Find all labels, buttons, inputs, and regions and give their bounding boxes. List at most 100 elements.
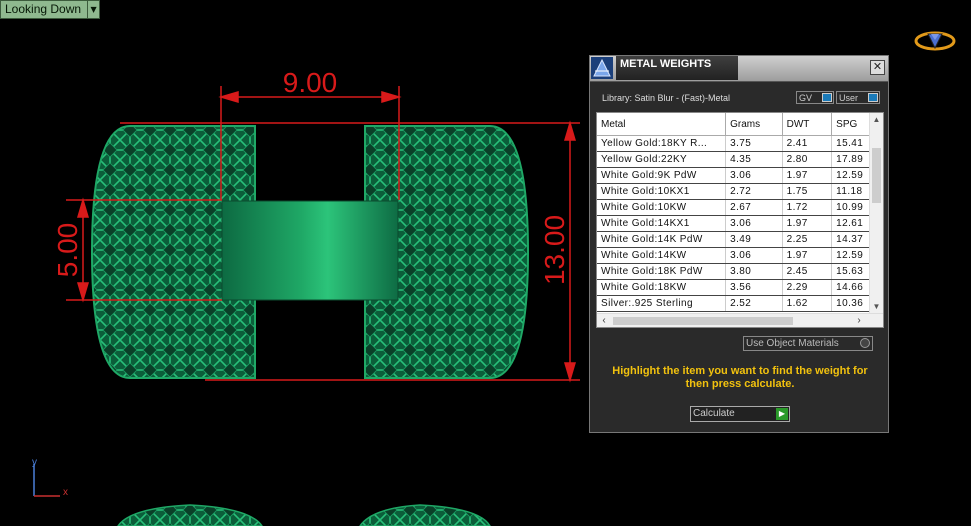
use-object-materials-label: Use Object Materials <box>746 338 839 349</box>
dwt-cell: 1.72 <box>782 199 833 216</box>
user-toggle-label: User <box>839 93 859 103</box>
grams-cell: 3.49 <box>725 231 783 248</box>
user-toggle[interactable]: User <box>836 91 880 104</box>
dwt-cell: 2.80 <box>782 151 833 168</box>
grams-cell: 3.56 <box>725 279 783 296</box>
use-object-materials-option[interactable]: Use Object Materials <box>743 336 873 351</box>
instructions-text: Highlight the item you want to find the … <box>612 365 868 390</box>
horizontal-scrollbar[interactable]: ‹ › <box>597 313 883 327</box>
scroll-left-icon[interactable]: ‹ <box>597 314 611 327</box>
column-header-grams[interactable]: Grams <box>725 113 783 136</box>
spg-cell: 12.61 <box>831 215 872 232</box>
spg-cell: 12.59 <box>831 167 872 184</box>
grams-cell: 3.06 <box>725 247 783 264</box>
grams-cell: 4.35 <box>725 151 783 168</box>
scrollbar-thumb[interactable] <box>613 317 793 325</box>
scroll-right-icon[interactable]: › <box>852 314 866 327</box>
spg-cell: 15.41 <box>831 135 872 152</box>
table-row[interactable]: White Gold:14K PdW 3.49 2.25 14.37 <box>597 231 872 248</box>
axis-indicator-icon: y x <box>32 457 68 498</box>
metal-cell: Yellow Gold:18KY R... <box>597 135 727 152</box>
table-row[interactable]: White Gold:10KX1 2.72 1.75 11.18 <box>597 183 872 200</box>
gv-toggle-label: GV <box>799 93 813 103</box>
metal-cell: Silver:.925 Sterling <box>597 295 727 312</box>
scroll-up-icon[interactable]: ▲ <box>870 113 883 126</box>
dimension-left-height: 5.00 <box>52 223 83 278</box>
table-row[interactable]: White Gold:9K PdW 3.06 1.97 12.59 <box>597 167 872 184</box>
dimension-right-height: 13.00 <box>539 215 570 285</box>
vertical-scrollbar[interactable]: ▲ ▼ <box>869 113 883 313</box>
ring-bottom-partial-left <box>117 504 263 526</box>
ring-bottom-partial-right <box>359 504 491 526</box>
table-row[interactable]: White Gold:18KW 3.56 2.29 14.66 <box>597 279 872 296</box>
view-selector[interactable]: Looking Down ▼ <box>0 0 101 19</box>
metal-cell: White Gold:18KW <box>597 279 727 296</box>
table-row[interactable]: White Gold:10KW 2.67 1.72 10.99 <box>597 199 872 216</box>
grams-cell: 3.06 <box>725 167 783 184</box>
dwt-cell: 1.97 <box>782 215 833 232</box>
scrollbar-thumb[interactable] <box>872 148 881 203</box>
table-header-row: Metal Grams DWT SPG <box>597 113 872 136</box>
grams-cell: 2.72 <box>725 183 783 200</box>
table-row[interactable]: White Gold:14KW 3.06 1.97 12.59 <box>597 247 872 264</box>
grams-cell: 2.67 <box>725 199 783 216</box>
spg-cell: 10.99 <box>831 199 872 216</box>
grams-cell: 3.06 <box>725 215 783 232</box>
ring-center-band <box>221 200 399 301</box>
metal-cell: White Gold:14K PdW <box>597 231 727 248</box>
toggle-switch-icon <box>868 93 878 102</box>
table-row[interactable]: White Gold:18K PdW 3.80 2.45 15.63 <box>597 263 872 280</box>
metal-cell: White Gold:14KX1 <box>597 215 727 232</box>
metal-cell: White Gold:10KW <box>597 199 727 216</box>
axis-x-label: x <box>63 487 68 498</box>
panel-header[interactable]: METAL WEIGHTS ✕ <box>590 56 888 82</box>
dwt-cell: 1.97 <box>782 247 833 264</box>
radio-icon[interactable] <box>860 338 870 348</box>
metal-cell: White Gold:14KW <box>597 247 727 264</box>
scroll-down-icon[interactable]: ▼ <box>870 300 883 313</box>
spg-cell: 11.18 <box>831 183 872 200</box>
dwt-cell: 2.25 <box>782 231 833 248</box>
column-header-metal[interactable]: Metal <box>597 113 727 136</box>
spg-cell: 12.59 <box>831 247 872 264</box>
spg-cell: 15.63 <box>831 263 872 280</box>
column-header-spg[interactable]: SPG <box>831 113 872 136</box>
spg-cell: 14.37 <box>831 231 872 248</box>
panel-title: METAL WEIGHTS <box>616 56 738 80</box>
table-row[interactable]: White Gold:14KX1 3.06 1.97 12.61 <box>597 215 872 232</box>
column-header-dwt[interactable]: DWT <box>782 113 833 136</box>
chevron-down-icon[interactable]: ▼ <box>87 1 100 18</box>
gv-toggle[interactable]: GV <box>796 91 834 104</box>
dwt-cell: 2.45 <box>782 263 833 280</box>
app-logo-icon <box>914 31 956 51</box>
metal-table[interactable]: Metal Grams DWT SPG Yellow Gold:18KY R..… <box>596 112 884 328</box>
grams-cell: 3.75 <box>725 135 783 152</box>
close-button[interactable]: ✕ <box>870 60 885 75</box>
scale-icon <box>591 57 613 79</box>
toggle-switch-icon <box>822 93 832 102</box>
dimension-top-width: 9.00 <box>283 67 338 98</box>
spg-cell: 10.36 <box>831 295 872 312</box>
3d-viewport[interactable]: 9.00 5.00 13.00 Looking Down ▼ y x METAL… <box>0 0 971 526</box>
panel-title-text: METAL WEIGHTS <box>620 58 712 70</box>
calculate-button[interactable]: Calculate ▶ <box>690 406 790 422</box>
dwt-cell: 2.41 <box>782 135 833 152</box>
table-row[interactable]: Yellow Gold:22KY 4.35 2.80 17.89 <box>597 151 872 168</box>
metal-weights-panel: METAL WEIGHTS ✕ Library: Satin Blur - (F… <box>589 55 889 433</box>
metal-cell: Yellow Gold:22KY <box>597 151 727 168</box>
grams-cell: 3.80 <box>725 263 783 280</box>
dwt-cell: 1.97 <box>782 167 833 184</box>
dwt-cell: 1.62 <box>782 295 833 312</box>
table-row[interactable]: Yellow Gold:18KY R... 3.75 2.41 15.41 <box>597 135 872 152</box>
metal-weights-table: Metal Grams DWT SPG Yellow Gold:18KY R..… <box>597 113 872 312</box>
grams-cell: 2.52 <box>725 295 783 312</box>
view-label: Looking Down <box>1 1 88 18</box>
library-label: Library: Satin Blur - (Fast)-Metal <box>602 93 731 103</box>
metal-cell: White Gold:9K PdW <box>597 167 727 184</box>
table-row[interactable]: Silver:.925 Sterling 2.52 1.62 10.36 <box>597 295 872 312</box>
metal-cell: White Gold:10KX1 <box>597 183 727 200</box>
calculate-label: Calculate <box>693 408 735 419</box>
axis-y-label: y <box>32 457 37 468</box>
play-icon: ▶ <box>776 408 788 420</box>
metal-cell: White Gold:18K PdW <box>597 263 727 280</box>
